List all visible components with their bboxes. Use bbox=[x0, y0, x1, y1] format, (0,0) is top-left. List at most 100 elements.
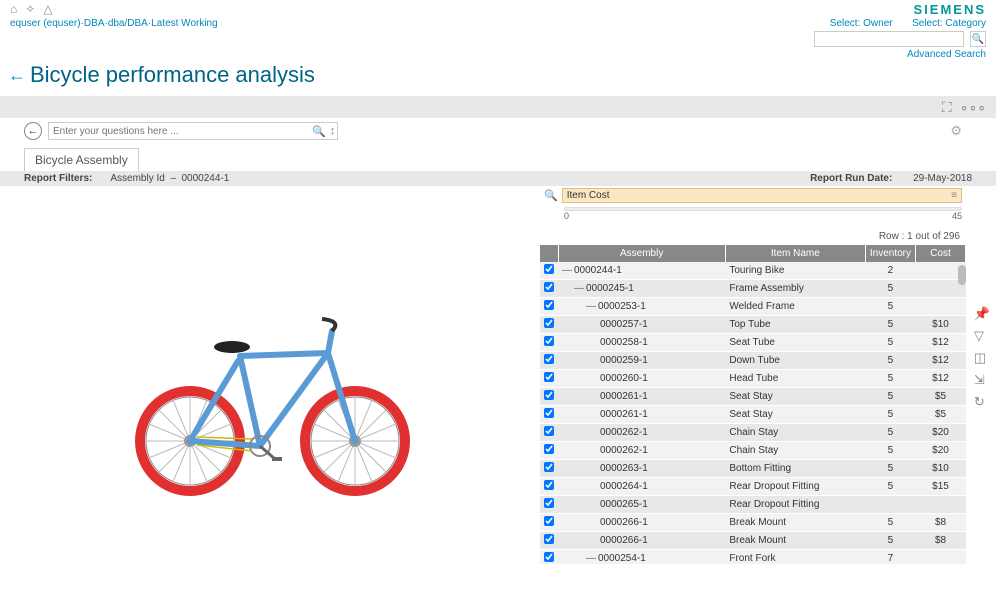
table-row[interactable]: 0000257-1Top Tube5$10 bbox=[540, 316, 966, 334]
inventory-value: 5 bbox=[865, 280, 915, 298]
table-row[interactable]: —0000244-1Touring Bike2 bbox=[540, 262, 966, 280]
row-checkbox[interactable] bbox=[544, 300, 554, 310]
row-checkbox[interactable] bbox=[544, 282, 554, 292]
table-row[interactable]: —0000253-1Welded Frame5 bbox=[540, 298, 966, 316]
row-checkbox[interactable] bbox=[544, 480, 554, 490]
col-cost[interactable]: Cost bbox=[916, 245, 966, 262]
tree-toggle[interactable]: — bbox=[574, 283, 584, 294]
col-assembly[interactable]: Assembly bbox=[558, 245, 725, 262]
filter-assembly-value: 0000244-1 bbox=[182, 173, 230, 184]
item-name: Bottom Fitting bbox=[725, 460, 865, 478]
refresh-tool-icon[interactable]: ↻ bbox=[974, 394, 990, 410]
item-name: Break Mount bbox=[725, 532, 865, 550]
row-checkbox[interactable] bbox=[544, 354, 554, 364]
global-search-input[interactable] bbox=[814, 31, 964, 47]
question-input[interactable] bbox=[48, 122, 338, 140]
table-row[interactable]: 0000263-1Bottom Fitting5$10 bbox=[540, 460, 966, 478]
table-row[interactable]: 0000264-1Rear Dropout Fitting5$15 bbox=[540, 478, 966, 496]
cost-value: $15 bbox=[916, 478, 966, 496]
chart-tool-icon[interactable]: ◫ bbox=[974, 350, 990, 366]
table-row[interactable]: 0000261-1Seat Stay5$5 bbox=[540, 406, 966, 424]
bell-icon[interactable]: △ bbox=[43, 2, 52, 16]
assembly-id: 0000262-1 bbox=[600, 445, 648, 456]
col-item[interactable]: Item Name bbox=[725, 245, 865, 262]
table-row[interactable]: 0000265-1Rear Dropout Fitting bbox=[540, 496, 966, 514]
col-inventory[interactable]: Inventory bbox=[865, 245, 915, 262]
bicycle-render bbox=[110, 281, 430, 501]
tree-toggle[interactable]: — bbox=[586, 301, 596, 312]
cost-value bbox=[916, 496, 966, 514]
table-row[interactable]: 0000266-1Break Mount5$8 bbox=[540, 532, 966, 550]
row-checkbox[interactable] bbox=[544, 444, 554, 454]
row-checkbox[interactable] bbox=[544, 390, 554, 400]
item-name: Chain Stay bbox=[725, 424, 865, 442]
slider-min: 0 bbox=[564, 211, 569, 221]
table-row[interactable]: 0000266-1Break Mount5$8 bbox=[540, 514, 966, 532]
item-name: Break Mount bbox=[725, 514, 865, 532]
inventory-value: 5 bbox=[865, 460, 915, 478]
scrollbar-thumb[interactable] bbox=[958, 265, 966, 285]
pin-tool-icon[interactable]: 📌 bbox=[974, 306, 990, 322]
data-table-scroll[interactable]: Assembly Item Name Inventory Cost —00002… bbox=[540, 244, 966, 564]
assembly-id: 0000262-1 bbox=[600, 427, 648, 438]
filter-tool-icon[interactable]: ▽ bbox=[974, 328, 990, 344]
table-row[interactable]: 0000262-1Chain Stay5$20 bbox=[540, 442, 966, 460]
sort-icon[interactable]: ↕ bbox=[330, 125, 336, 138]
rundate-label: Report Run Date: bbox=[810, 173, 892, 184]
history-back-button[interactable]: ← bbox=[24, 122, 42, 140]
table-row[interactable]: 0000258-1Seat Tube5$12 bbox=[540, 334, 966, 352]
row-checkbox[interactable] bbox=[544, 516, 554, 526]
inventory-value: 5 bbox=[865, 334, 915, 352]
home-icon[interactable]: ⌂ bbox=[10, 2, 17, 16]
more-icon[interactable]: ∘∘∘ bbox=[960, 99, 986, 116]
tree-toggle[interactable]: — bbox=[586, 553, 596, 564]
slider-label: Item Cost bbox=[567, 190, 610, 201]
slider-menu-icon[interactable]: ≡ bbox=[951, 190, 957, 201]
item-name: Head Tube bbox=[725, 370, 865, 388]
assembly-id: 0000257-1 bbox=[600, 319, 648, 330]
assembly-table: Assembly Item Name Inventory Cost —00002… bbox=[540, 245, 966, 564]
tab-bicycle-assembly[interactable]: Bicycle Assembly bbox=[24, 148, 139, 171]
table-row[interactable]: —0000254-1Front Fork7 bbox=[540, 550, 966, 565]
table-row[interactable]: 0000259-1Down Tube5$12 bbox=[540, 352, 966, 370]
breadcrumb[interactable]: equser (equser)·DBA·dba/DBA·Latest Worki… bbox=[10, 18, 218, 29]
item-name: Front Fork bbox=[725, 550, 865, 565]
viewport-3d[interactable] bbox=[0, 186, 540, 596]
assembly-id: 0000261-1 bbox=[600, 409, 648, 420]
inventory-value: 5 bbox=[865, 298, 915, 316]
select-category-link[interactable]: Select: Category bbox=[912, 18, 986, 29]
export-tool-icon[interactable]: ⇲ bbox=[974, 372, 990, 388]
assembly-id: 0000254-1 bbox=[598, 553, 646, 564]
inventory-value: 5 bbox=[865, 424, 915, 442]
cost-value: $20 bbox=[916, 442, 966, 460]
row-checkbox[interactable] bbox=[544, 498, 554, 508]
magnify-icon[interactable]: 🔍 bbox=[544, 189, 558, 202]
gear-icon[interactable]: ⚙ bbox=[950, 123, 962, 139]
fullscreen-icon[interactable]: ⛶ bbox=[942, 99, 952, 116]
row-checkbox[interactable] bbox=[544, 408, 554, 418]
table-row[interactable]: —0000245-1Frame Assembly5 bbox=[540, 280, 966, 298]
row-checkbox[interactable] bbox=[544, 264, 554, 274]
tree-toggle[interactable]: — bbox=[562, 265, 572, 276]
row-checkbox[interactable] bbox=[544, 426, 554, 436]
pin-icon[interactable]: ✧ bbox=[25, 2, 35, 16]
search-icon[interactable]: 🔍 bbox=[312, 125, 326, 138]
row-checkbox[interactable] bbox=[544, 318, 554, 328]
item-cost-slider[interactable] bbox=[564, 207, 962, 211]
row-checkbox[interactable] bbox=[544, 462, 554, 472]
advanced-search-link[interactable]: Advanced Search bbox=[907, 49, 986, 60]
cost-value: $10 bbox=[916, 460, 966, 478]
select-owner-link[interactable]: Select: Owner bbox=[830, 18, 893, 29]
row-checkbox[interactable] bbox=[544, 372, 554, 382]
table-row[interactable]: 0000261-1Seat Stay5$5 bbox=[540, 388, 966, 406]
row-checkbox[interactable] bbox=[544, 534, 554, 544]
table-row[interactable]: 0000260-1Head Tube5$12 bbox=[540, 370, 966, 388]
cost-value: $8 bbox=[916, 532, 966, 550]
inventory-value: 5 bbox=[865, 514, 915, 532]
row-checkbox[interactable] bbox=[544, 336, 554, 346]
back-arrow-icon[interactable]: ← bbox=[8, 65, 26, 86]
search-button[interactable]: 🔍 bbox=[970, 31, 986, 47]
row-checkbox[interactable] bbox=[544, 552, 554, 562]
inventory-value: 5 bbox=[865, 532, 915, 550]
table-row[interactable]: 0000262-1Chain Stay5$20 bbox=[540, 424, 966, 442]
